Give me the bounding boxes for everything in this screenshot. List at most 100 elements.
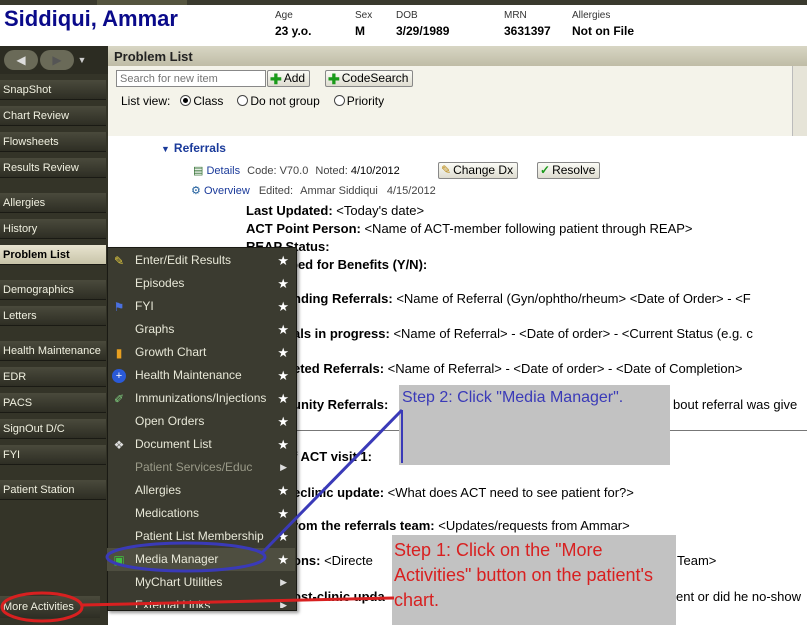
sidebar-item-fyi[interactable]: FYI [0, 445, 106, 465]
sidebar-item-pacs[interactable]: PACS [0, 393, 106, 413]
menu-item-open-orders[interactable]: Open Orders ★ [107, 410, 295, 433]
dob-value: 3/29/1989 [396, 24, 450, 38]
sidebar-item-health-maintenance[interactable]: Health Maintenance [0, 341, 106, 361]
nav-dropdown-icon[interactable]: ▼ [72, 50, 92, 70]
note-label: rom the referrals team: [293, 518, 435, 533]
menu-item-external-links[interactable]: External Links ▶ [107, 594, 295, 608]
star-icon[interactable]: ★ [277, 548, 289, 571]
note-community-value: bout referral was give [673, 397, 798, 412]
health-cross-icon: + [112, 369, 126, 383]
menu-item-growth-chart[interactable]: ▮ Growth Chart ★ [107, 341, 295, 364]
star-icon[interactable]: ★ [277, 318, 289, 341]
menu-item-fyi[interactable]: ⚑ FYI ★ [107, 295, 295, 318]
menu-item-enter-edit-results[interactable]: ✎ Enter/Edit Results ★ [107, 249, 295, 272]
details-link[interactable]: Details [206, 165, 240, 177]
menu-item-patient-services[interactable]: Patient Services/Educ ▶ [107, 456, 295, 479]
flag-icon: ⚑ [113, 300, 125, 314]
menu-item-mychart-utilities[interactable]: MyChart Utilities ▶ [107, 571, 295, 594]
note-value: <Name of Referral (Gyn/ophtho/rheum> <Da… [396, 291, 751, 306]
toolbar-scrollbar[interactable] [792, 66, 807, 136]
sidebar-item-letters[interactable]: Letters [0, 306, 106, 326]
patient-name: Siddiqui, Ammar [4, 6, 178, 31]
note-last-updated: Last Updated: <Today's date> [246, 203, 424, 218]
star-icon[interactable]: ★ [277, 433, 289, 456]
menu-item-label: Immunizations/Injections [135, 391, 267, 405]
more-activities-button[interactable]: More Activities [0, 596, 100, 618]
sidebar-item-flowsheets[interactable]: Flowsheets [0, 132, 106, 152]
note-label: eclinic update: [293, 485, 385, 500]
pencil-icon: ✎ [113, 254, 125, 268]
growth-chart-icon: ▮ [115, 346, 123, 360]
sidebar-item-edr[interactable]: EDR [0, 367, 106, 387]
note-value: <Today's date> [336, 203, 425, 218]
menu-item-medications[interactable]: Medications ★ [107, 502, 295, 525]
plus-icon: ✚ [328, 70, 340, 87]
note-in-progress: als in progress: <Name of Referral> - <D… [293, 326, 753, 341]
menu-item-allergies[interactable]: Allergies ★ [107, 479, 295, 502]
menu-item-immunizations[interactable]: ✐ Immunizations/Injections ★ [107, 387, 295, 410]
plus-icon: ✚ [270, 70, 282, 87]
star-icon[interactable]: ★ [277, 410, 289, 433]
menu-item-label: External Links [135, 598, 211, 608]
star-icon[interactable]: ★ [277, 479, 289, 502]
star-icon[interactable]: ★ [277, 364, 289, 387]
step1-callout: Step 1: Click on the "More Activities" b… [392, 535, 676, 625]
star-icon[interactable]: ★ [277, 295, 289, 318]
details-row: ▤ Details Code: V70.0 Noted: 4/10/2012 [193, 164, 400, 177]
menu-item-label: Media Manager [135, 552, 219, 566]
radio-do-not-group[interactable]: Do not group [237, 94, 320, 108]
sex-value: M [355, 24, 365, 38]
menu-item-label: Patient Services/Educ [135, 460, 253, 474]
sidebar-item-history[interactable]: History [0, 219, 106, 239]
sidebar-item-snapshot[interactable]: SnapShot [0, 80, 106, 100]
resolve-button[interactable]: ✓ Resolve [537, 162, 601, 179]
menu-item-health-maintenance[interactable]: + Health Maintenance ★ [107, 364, 295, 387]
radio-class[interactable]: Class [180, 94, 223, 108]
star-icon[interactable]: ★ [277, 341, 289, 364]
add-button[interactable]: ✚ Add [267, 70, 311, 87]
edited-by: Ammar Siddiqui [300, 185, 378, 197]
sidebar-item-signout[interactable]: SignOut D/C [0, 419, 106, 439]
note-directions: ons: <Directe [293, 553, 373, 568]
sidebar-item-problem-list[interactable]: Problem List [0, 245, 106, 265]
back-arrow-icon[interactable]: ◀ [4, 50, 38, 70]
radio-do-not-group-label: Do not group [250, 94, 320, 108]
allergies-label: Allergies [572, 10, 611, 21]
noted-label: Noted: [315, 165, 348, 177]
mrn-value: 3631397 [504, 24, 551, 38]
change-dx-button[interactable]: ✎ Change Dx [438, 162, 519, 179]
radio-selected-icon [180, 95, 192, 106]
note-act-visit: f ACT visit 1: [293, 449, 372, 464]
syringe-icon: ✐ [113, 392, 125, 406]
menu-item-episodes[interactable]: Episodes ★ [107, 272, 295, 295]
star-icon[interactable]: ★ [277, 272, 289, 295]
radio-priority[interactable]: Priority [333, 94, 384, 108]
menu-item-graphs[interactable]: Graphs ★ [107, 318, 295, 341]
star-icon[interactable]: ★ [277, 387, 289, 410]
menu-item-patient-list-membership[interactable]: Patient List Membership ★ [107, 525, 295, 548]
note-value: <Updates/requests from Ammar> [438, 518, 630, 533]
menu-item-media-manager[interactable]: ▣ Media Manager ★ [107, 548, 295, 571]
note-point-person: ACT Point Person: <Name of ACT-member fo… [246, 221, 693, 236]
sidebar-item-results-review[interactable]: Results Review [0, 158, 106, 178]
star-icon[interactable]: ★ [277, 525, 289, 548]
star-icon[interactable]: ★ [277, 249, 289, 272]
sidebar-item-chart-review[interactable]: Chart Review [0, 106, 106, 126]
problem-list-header [108, 46, 807, 67]
menu-item-label: Health Maintenance [135, 368, 242, 382]
sidebar-item-demographics[interactable]: Demographics [0, 280, 106, 300]
note-label: ACT Point Person: [246, 221, 361, 236]
menu-item-document-list[interactable]: ❖ Document List ★ [107, 433, 295, 456]
sidebar-item-patient-station[interactable]: Patient Station [0, 480, 106, 500]
codesearch-button-label: CodeSearch [341, 71, 409, 85]
sidebar-item-allergies[interactable]: Allergies [0, 193, 106, 213]
star-icon[interactable]: ★ [277, 502, 289, 525]
note-label: eted Referrals: [293, 361, 385, 376]
overview-link[interactable]: Overview [204, 185, 250, 197]
codesearch-button[interactable]: ✚ CodeSearch [325, 70, 414, 87]
search-input[interactable] [116, 70, 266, 87]
referrals-heading[interactable]: ▼ Referrals [161, 141, 226, 155]
forward-arrow-icon[interactable]: ▶ [40, 50, 74, 70]
note-label: ons: [293, 553, 321, 568]
note-benefits: ped for Benefits (Y/N): [290, 257, 428, 272]
